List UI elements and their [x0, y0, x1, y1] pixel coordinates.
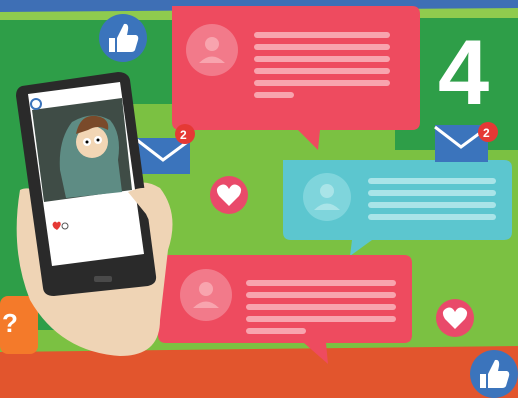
chat-bubble-top [172, 6, 420, 150]
social-media-illustration: ? 4 2 2 [0, 0, 518, 398]
heart-icon [210, 176, 248, 214]
big-number: 4 [438, 22, 489, 124]
thumbs-up-icon [99, 14, 147, 62]
illustration-canvas: ? 4 2 2 [0, 0, 518, 398]
bottom-red-band [0, 346, 518, 398]
notification-count: 2 [180, 128, 187, 142]
orange-block-glyph: ? [2, 308, 18, 338]
notification-count: 2 [483, 126, 490, 140]
thumbs-up-icon [470, 350, 518, 398]
heart-icon [436, 299, 474, 337]
